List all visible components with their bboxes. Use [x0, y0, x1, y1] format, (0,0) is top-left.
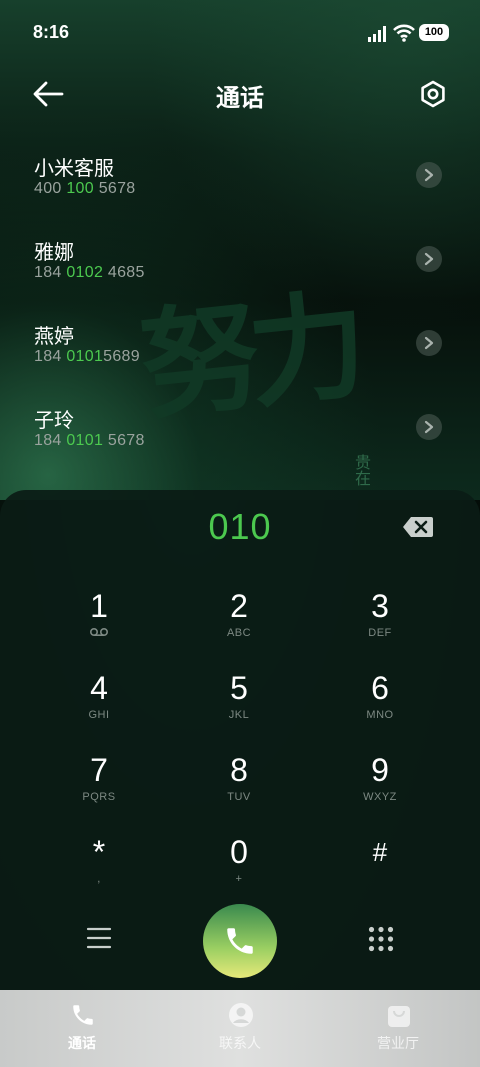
page-title: 通话	[216, 84, 264, 112]
phone-icon	[227, 928, 253, 954]
key-2[interactable]: 2 ABC	[169, 586, 309, 662]
key-9[interactable]: 9 WXYZ	[310, 750, 450, 826]
dialpad-grid-icon[interactable]	[368, 926, 394, 952]
settings-hexagon-icon[interactable]	[418, 79, 448, 109]
contacts-icon	[229, 1003, 253, 1027]
nav-tab-store[interactable]: 营业厅	[318, 990, 478, 1067]
contact-detail-button[interactable]	[416, 330, 442, 356]
chevron-right-icon	[424, 168, 434, 182]
status-time: 8:16	[33, 22, 70, 42]
battery-indicator: 100	[419, 24, 449, 41]
contact-detail-button[interactable]	[416, 246, 442, 272]
nav-label: 营业厅	[377, 1036, 419, 1052]
contact-name: 小米客服	[34, 156, 114, 180]
call-button[interactable]	[203, 904, 277, 978]
contact-number: 400 100 5678	[34, 180, 136, 197]
key-hash[interactable]: #	[310, 832, 450, 908]
contact-number: 184 01015689	[34, 348, 140, 365]
contact-result-item[interactable]: 小米客服 400 100 5678	[0, 138, 480, 214]
chevron-right-icon	[424, 336, 434, 350]
voicemail-icon	[89, 627, 109, 637]
contact-number: 184 0102 4685	[34, 264, 145, 281]
nav-tab-contacts[interactable]: 联系人	[160, 990, 320, 1067]
contact-name: 燕婷	[34, 324, 74, 348]
key-star[interactable]: * ,	[29, 832, 169, 908]
nav-label: 通话	[68, 1036, 96, 1052]
contact-detail-button[interactable]	[416, 162, 442, 188]
store-bag-icon	[388, 1006, 410, 1027]
key-7[interactable]: 7 PQRS	[29, 750, 169, 826]
key-0[interactable]: 0 +	[169, 832, 309, 908]
contact-result-item[interactable]: 子玲 184 0101 5678	[0, 390, 480, 466]
bottom-navigation: 通话 联系人 营业厅	[0, 990, 480, 1067]
contact-name: 子玲	[34, 408, 74, 432]
phone-icon	[73, 1005, 93, 1025]
chevron-right-icon	[424, 420, 434, 434]
signal-icon	[368, 26, 386, 42]
key-8[interactable]: 8 TUV	[169, 750, 309, 826]
key-5[interactable]: 5 JKL	[169, 668, 309, 744]
key-4[interactable]: 4 GHI	[29, 668, 169, 744]
contact-number: 184 0101 5678	[34, 432, 145, 449]
chevron-right-icon	[424, 252, 434, 266]
header: 通话	[0, 66, 480, 124]
menu-icon[interactable]	[86, 927, 112, 949]
wifi-icon	[393, 24, 415, 42]
contact-result-item[interactable]: 雅娜 184 0102 4685	[0, 222, 480, 298]
dialpad-panel: 010 1 2 ABC 3 DEF 4 GHI 5 JKL 6 MNO 7 PQ…	[0, 490, 480, 990]
backspace-icon[interactable]	[402, 516, 434, 538]
contact-result-item[interactable]: 燕婷 184 01015689	[0, 306, 480, 382]
contact-detail-button[interactable]	[416, 414, 442, 440]
key-6[interactable]: 6 MNO	[310, 668, 450, 744]
key-1[interactable]: 1	[29, 586, 169, 662]
contact-name: 雅娜	[34, 240, 74, 264]
nav-tab-calls[interactable]: 通话	[2, 990, 162, 1067]
key-3[interactable]: 3 DEF	[310, 586, 450, 662]
status-bar: 8:16 100	[0, 0, 480, 66]
nav-label: 联系人	[219, 1036, 261, 1052]
